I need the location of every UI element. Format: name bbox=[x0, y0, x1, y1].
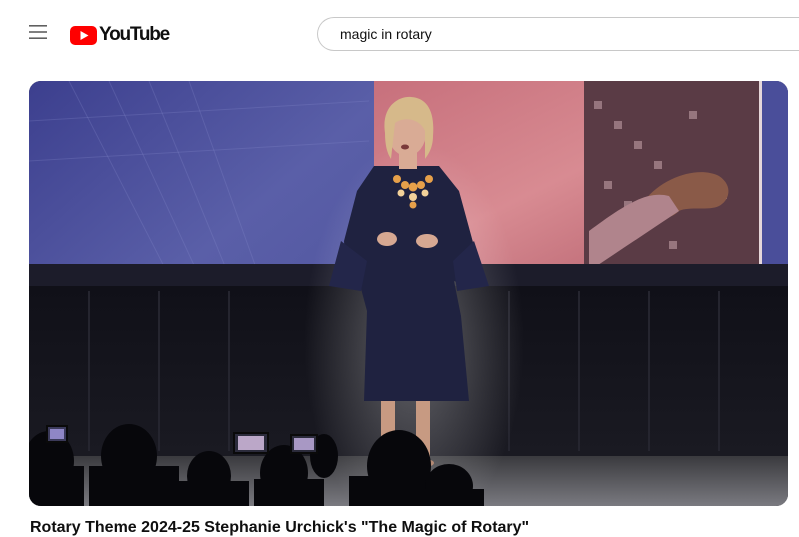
masthead: YouTube bbox=[0, 0, 799, 64]
search-input[interactable] bbox=[340, 26, 740, 42]
guide-menu-button[interactable] bbox=[24, 18, 52, 46]
video-player[interactable] bbox=[29, 81, 788, 506]
video-title: Rotary Theme 2024-25 Stephanie Urchick's… bbox=[30, 519, 530, 536]
logo-wordmark: YouTube bbox=[99, 24, 170, 45]
video-frame bbox=[29, 81, 788, 506]
youtube-logo[interactable]: YouTube bbox=[70, 24, 170, 46]
search-box[interactable] bbox=[317, 17, 799, 51]
youtube-play-icon bbox=[70, 25, 97, 45]
youtube-watch-page: YouTube magic in rotary Rotary Theme 202… bbox=[0, 0, 799, 537]
hamburger-menu-icon bbox=[29, 25, 47, 39]
